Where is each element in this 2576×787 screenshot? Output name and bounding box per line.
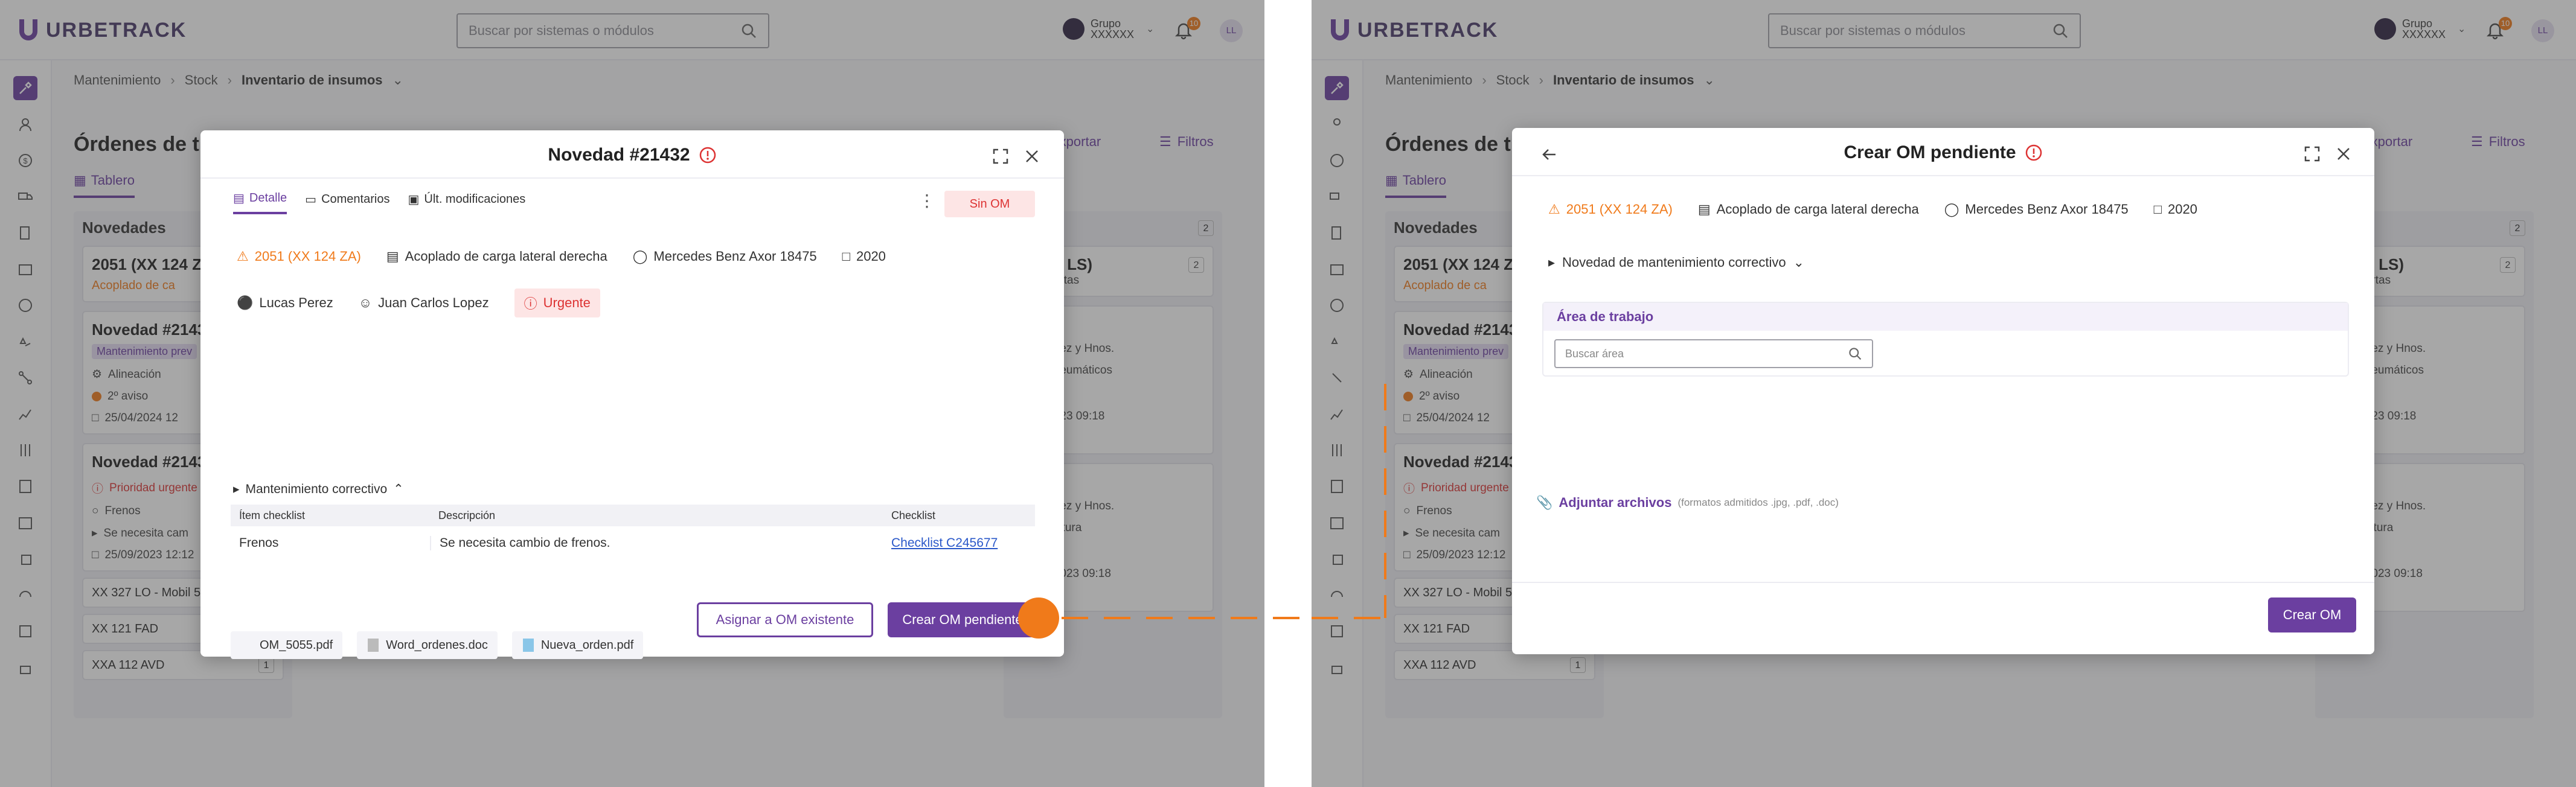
table-header: Ítem checklist Descripción Checklist (231, 505, 1035, 526)
alert-circle-icon: ⓘ (524, 296, 537, 311)
create-pending-om-button[interactable]: Crear OM pendiente (888, 602, 1037, 637)
search-icon (1849, 348, 1862, 360)
shield-icon: ◯ (632, 249, 648, 264)
novedad-type-toggle[interactable]: ▸ Novedad de mantenimiento correctivo ⌄ (1548, 255, 1804, 270)
history-icon: ▣ (408, 193, 420, 206)
right-panel: URBETRACK Buscar por sistemas o módulos … (1312, 0, 2576, 787)
flow-connector (1312, 617, 1386, 619)
warning-icon (2025, 144, 2042, 161)
calendar-icon: □ (842, 249, 850, 264)
more-options-icon[interactable]: ⋮ (918, 191, 936, 215)
key-icon: ⚫ (237, 295, 254, 310)
assign-existing-om-button[interactable]: Asignar a OM existente (697, 602, 873, 637)
driver-name: Lucas Perez (259, 295, 333, 310)
file-item[interactable]: Word_ordenes.doc (357, 631, 498, 659)
paperclip-icon: 📎 (1536, 495, 1553, 510)
flow-connector (1062, 617, 1307, 619)
shield-icon: ◯ (1944, 202, 1959, 217)
people-info-row: ⚫ Lucas Perez ☺ Juan Carlos Lopez ⓘ Urgente (237, 288, 600, 317)
click-indicator (1018, 597, 1059, 639)
screenshot-root: URBETRACK Buscar por sistemas o módulos … (0, 0, 2576, 787)
work-area-label: Área de trabajo (1543, 303, 2348, 331)
pdf-icon (240, 637, 254, 653)
comment-icon: ▭ (305, 193, 317, 206)
attach-files[interactable]: 📎 Adjuntar archivos (formatos admitidos … (1536, 495, 1839, 511)
warning-icon (699, 147, 716, 164)
area-search-input[interactable]: Buscar área (1554, 339, 1873, 368)
user-icon: ☺ (358, 295, 373, 310)
doc-icon (368, 639, 379, 652)
vehicle-id: 2051 (XX 124 ZA) (254, 249, 361, 264)
novedad-modal: Novedad #21432 ▤ Detalle ▭ Comentarios ▣ Úl… (200, 130, 1064, 659)
tab-comentarios[interactable]: ▭ Comentarios (305, 191, 389, 214)
image-icon (522, 639, 534, 652)
create-om-modal: Crear OM pendiente ⚠ 2051 (XX 124 ZA) ▤ Ac… (1512, 128, 2374, 654)
vehicle-model: Mercedes Benz Axor 18475 (1965, 202, 2129, 217)
modal-tabs: ▤ Detalle ▭ Comentarios ▣ Últ. modificacion… (233, 191, 525, 214)
checklist-link[interactable]: Checklist C245677 (891, 536, 998, 550)
attach-files-link[interactable]: Adjuntar archivos (1559, 495, 1671, 511)
file-item[interactable]: OM_5055.pdf (231, 631, 343, 659)
vehicle-info-row: ⚠ 2051 (XX 124 ZA) ▤ Acoplado de carga lat… (1548, 202, 2197, 217)
maintenance-type-toggle[interactable]: ▸ Mantenimiento correctivo ⌃ (233, 482, 404, 497)
modal-title: Novedad #21432 (548, 145, 690, 165)
document-icon: ▤ (233, 192, 245, 205)
vehicle-alert-icon: ⚠ (1548, 202, 1560, 217)
vehicle-alert-icon: ⚠ (237, 249, 249, 264)
responsible-name: Juan Carlos Lopez (378, 295, 489, 310)
status-badge: Sin OM (944, 191, 1035, 217)
vehicle-info-row: ⚠ 2051 (XX 124 ZA) ▤ Acoplado de carga lat… (237, 249, 886, 264)
expand-icon[interactable] (992, 147, 1010, 165)
calendar-icon: □ (2153, 202, 2162, 217)
priority-badge: ⓘ Urgente (514, 288, 600, 317)
trailer-icon: ▤ (386, 249, 399, 264)
vehicle-type: Acoplado de carga lateral derecha (405, 249, 607, 264)
close-icon[interactable] (1023, 147, 1041, 165)
tab-detalle[interactable]: ▤ Detalle (233, 191, 287, 214)
left-panel: URBETRACK Buscar por sistemas o módulos … (0, 0, 1264, 787)
vehicle-id: 2051 (XX 124 ZA) (1566, 202, 1673, 217)
table-row: Frenos Se necesita cambio de frenos. Che… (239, 536, 998, 550)
vehicle-type: Acoplado de carga lateral derecha (1716, 202, 1919, 217)
modal-title: Crear OM pendiente (1844, 142, 2016, 162)
vehicle-year: 2020 (856, 249, 886, 264)
flow-connector (1384, 384, 1386, 618)
work-area-section: Área de trabajo Buscar área (1542, 302, 2349, 377)
vehicle-model: Mercedes Benz Axor 18475 (653, 249, 817, 264)
chevron-down-icon: ⌄ (1793, 255, 1805, 270)
tab-ultimas-modificaciones[interactable]: ▣ Últ. modificaciones (408, 191, 525, 214)
create-om-button[interactable]: Crear OM (2268, 597, 2356, 632)
megaphone-icon: ▸ (233, 482, 240, 496)
trailer-icon: ▤ (1697, 202, 1711, 217)
close-icon[interactable] (2334, 145, 2353, 163)
chevron-up-icon: ⌃ (393, 482, 404, 496)
megaphone-icon: ▸ (1548, 255, 1556, 270)
expand-icon[interactable] (2303, 145, 2321, 163)
checklist-table: Ítem checklist Descripción Checklist Fre… (231, 505, 1035, 560)
attach-formats-note: (formatos admitidos .jpg, .pdf, .doc) (1677, 497, 1839, 508)
attached-files: OM_5055.pdf Word_ordenes.doc Nueva_orden… (231, 631, 644, 659)
file-item[interactable]: Nueva_orden.pdf (511, 631, 644, 659)
vehicle-year: 2020 (2167, 202, 2197, 217)
